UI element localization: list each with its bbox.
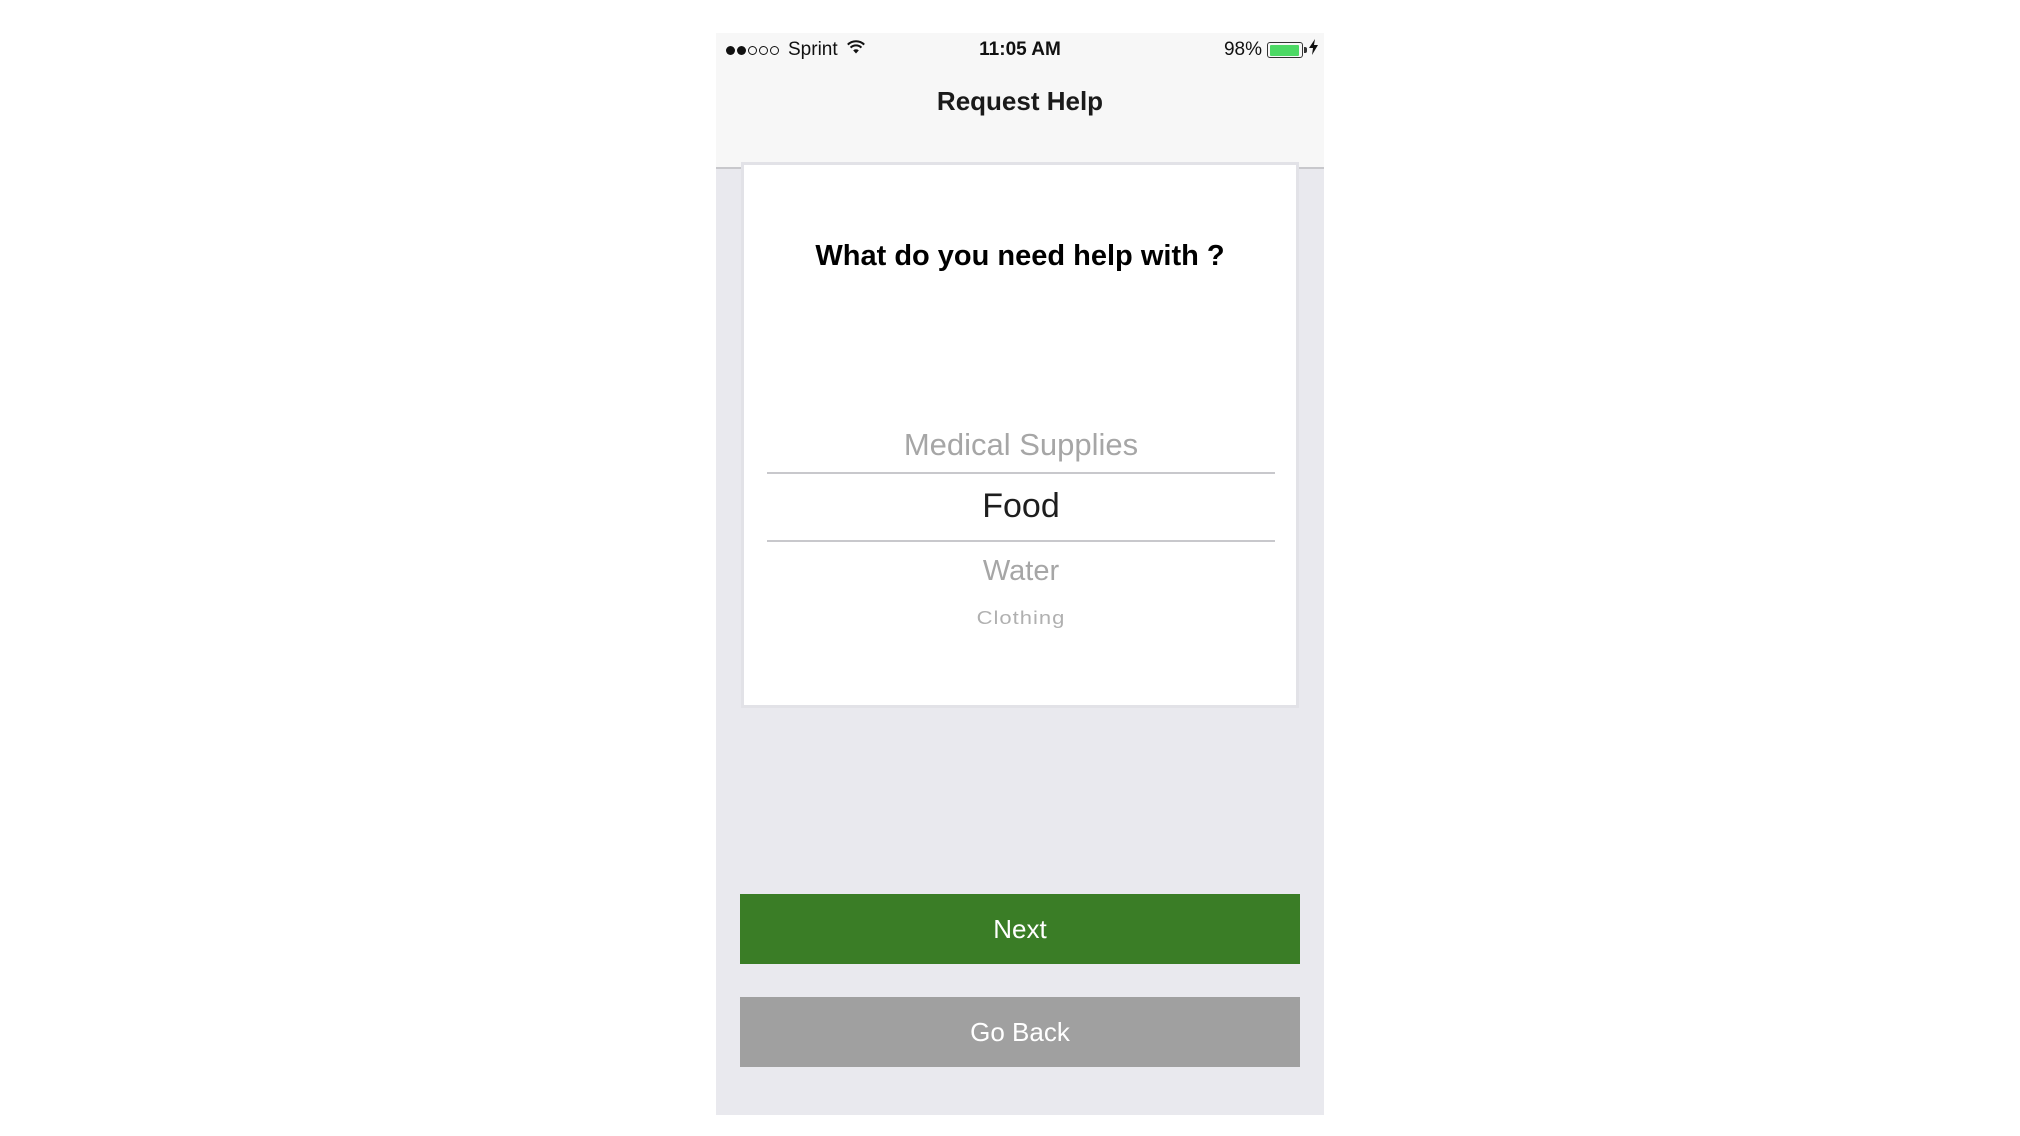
- help-type-picker[interactable]: Medical Supplies Food Water Clothing: [767, 413, 1275, 653]
- question-card: What do you need help with ? Medical Sup…: [741, 162, 1299, 708]
- phone-screen: Sprint 11:05 AM 98% Request Help What do…: [716, 33, 1324, 1115]
- next-button[interactable]: Next: [740, 894, 1300, 964]
- picker-selection-line-top: [767, 472, 1275, 474]
- picker-selection-line-bottom: [767, 540, 1275, 542]
- picker-option[interactable]: Water: [767, 555, 1275, 588]
- charging-bolt-icon: [1309, 39, 1318, 61]
- picker-option-selected[interactable]: Food: [767, 487, 1275, 526]
- page-title: Request Help: [936, 86, 1104, 116]
- navigation-bar: Request Help: [716, 67, 1324, 169]
- picker-option[interactable]: Medical Supplies: [767, 427, 1275, 463]
- battery-icon: [1267, 42, 1307, 58]
- battery-percent: 98%: [1223, 39, 1262, 60]
- status-right: 98%: [1224, 33, 1318, 67]
- go-back-button[interactable]: Go Back: [740, 997, 1300, 1067]
- question-heading: What do you need help with ?: [815, 240, 1225, 272]
- status-bar: Sprint 11:05 AM 98%: [716, 33, 1324, 67]
- picker-option[interactable]: Clothing: [767, 607, 1275, 629]
